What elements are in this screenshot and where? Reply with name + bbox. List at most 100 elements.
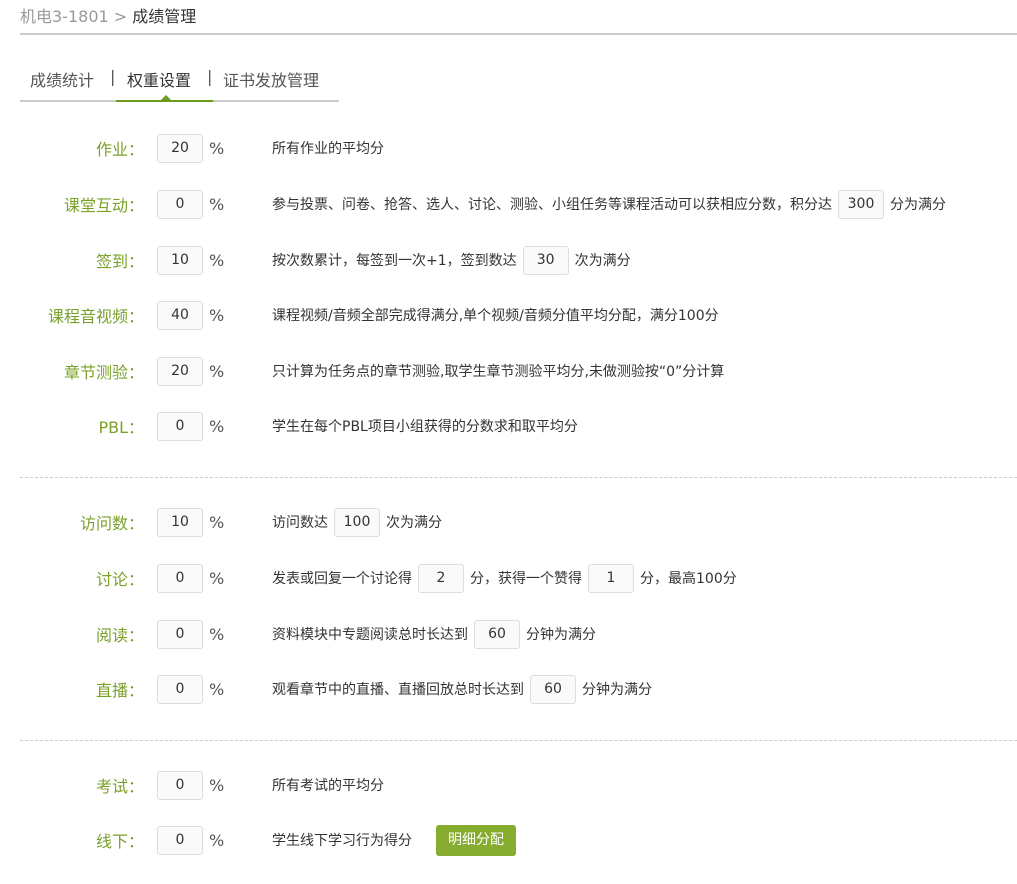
description-text: 课程视频/音频全部完成得满分,单个视频/音频分值平均分配，满分100分: [272, 308, 719, 324]
percent-sign: %: [209, 624, 225, 644]
divider: [20, 33, 1017, 35]
weight-description: 学生在每个PBL项目小组获得的分数求和取平均分: [272, 416, 578, 436]
weight-label: 访问数：: [79, 514, 144, 533]
percent-sign: %: [209, 679, 225, 699]
active-tab-indicator: [116, 100, 213, 102]
description-text: 访问数达: [272, 515, 328, 531]
weight-input[interactable]: [157, 133, 203, 163]
threshold-input[interactable]: [838, 189, 884, 219]
weight-input[interactable]: [157, 507, 203, 537]
tab-separator: |: [110, 67, 116, 86]
weight-input[interactable]: [157, 770, 203, 800]
breadcrumb-current: 成绩管理: [132, 7, 197, 26]
weight-input[interactable]: [157, 619, 203, 649]
weight-description: 观看章节中的直播、直播回放总时长达到 分钟为满分: [272, 674, 652, 704]
weight-description: 资料模块中专题阅读总时长达到 分钟为满分: [272, 619, 596, 649]
weight-label: 考试：: [95, 777, 144, 796]
percent-sign: %: [209, 568, 225, 588]
tab-grade-stats[interactable]: 成绩统计: [30, 67, 94, 91]
weight-input[interactable]: [157, 356, 203, 386]
weight-description: 所有考试的平均分: [272, 775, 384, 795]
threshold-input[interactable]: [474, 619, 520, 649]
weight-input[interactable]: [157, 411, 203, 441]
description-text: 学生线下学习行为得分: [272, 833, 412, 849]
threshold-input[interactable]: [530, 674, 576, 704]
description-text: 所有考试的平均分: [272, 778, 384, 794]
percent-sign: %: [209, 830, 225, 850]
section-divider: [20, 477, 1017, 478]
weight-row-classroom-interaction: 课堂互动： % 参与投票、问卷、抢答、选人、讨论、测验、小组任务等课程活动可以获…: [0, 189, 1017, 219]
threshold-input[interactable]: [522, 245, 569, 275]
weight-description: 按次数累计，每签到一次+1，签到数达 次为满分: [272, 245, 631, 275]
description-text: 分钟为满分: [582, 682, 652, 698]
description-text: 观看章节中的直播、直播回放总时长达到: [272, 682, 524, 698]
weight-description: 所有作业的平均分: [272, 138, 384, 158]
description-text: 发表或回复一个讨论得: [272, 571, 412, 587]
description-text: 学生在每个PBL项目小组获得的分数求和取平均分: [272, 419, 578, 435]
description-text: 所有作业的平均分: [272, 141, 384, 157]
weight-input[interactable]: [157, 300, 203, 330]
percent-sign: %: [209, 250, 225, 270]
description-text: 分，最高100分: [640, 571, 737, 587]
weight-label: 章节测验：: [63, 363, 144, 382]
weight-input[interactable]: [157, 245, 203, 275]
weight-input[interactable]: [157, 674, 203, 704]
weight-description: 课程视频/音频全部完成得满分,单个视频/音频分值平均分配，满分100分: [272, 305, 719, 325]
weight-description: 访问数达 次为满分: [272, 507, 442, 537]
threshold-input[interactable]: [418, 563, 464, 593]
percent-sign: %: [209, 138, 225, 158]
weight-label: 作业：: [95, 140, 144, 159]
detail-allocation-button[interactable]: 明细分配: [436, 824, 516, 856]
threshold-input[interactable]: [334, 507, 380, 537]
weight-description: 发表或回复一个讨论得 分，获得一个赞得 分，最高100分: [272, 563, 737, 593]
description-text: 只计算为任务点的章节测验,取学生章节测验平均分,未做测验按“0”分计算: [272, 364, 725, 380]
weight-description: 学生线下学习行为得分 明细分配: [272, 824, 516, 856]
weight-row-offline: 线下： % 学生线下学习行为得分 明细分配: [0, 824, 1017, 856]
weight-input[interactable]: [157, 189, 203, 219]
tab-separator: |: [207, 67, 213, 86]
weight-row-course-media: 课程音视频： % 课程视频/音频全部完成得满分,单个视频/音频分值平均分配，满分…: [0, 300, 1017, 330]
description-text: 分，获得一个赞得: [470, 571, 582, 587]
description-text: 次为满分: [574, 253, 631, 269]
description-text: 分钟为满分: [526, 627, 596, 643]
weight-label: 阅读：: [95, 626, 144, 645]
description-text: 分为满分: [890, 197, 946, 213]
weight-label: 课堂互动：: [63, 196, 144, 215]
tab-certificate-management[interactable]: 证书发放管理: [223, 67, 319, 91]
weight-row-discussion: 讨论： % 发表或回复一个讨论得 分，获得一个赞得 分，最高100分: [0, 563, 1017, 593]
description-text: 按次数累计，每签到一次+1，签到数达: [272, 253, 517, 269]
description-text: 资料模块中专题阅读总时长达到: [272, 627, 468, 643]
weight-label: 签到：: [95, 252, 144, 271]
section-divider: [20, 740, 1017, 741]
description-text: 次为满分: [386, 515, 442, 531]
active-tab-arrow: [161, 95, 171, 100]
breadcrumb-course[interactable]: 机电3-1801: [20, 7, 109, 26]
breadcrumb: 机电3-1801 > 成绩管理: [20, 3, 196, 27]
weight-row-exam: 考试： % 所有考试的平均分: [0, 770, 1017, 800]
weight-description: 只计算为任务点的章节测验,取学生章节测验平均分,未做测验按“0”分计算: [272, 361, 724, 381]
percent-sign: %: [209, 775, 225, 795]
weight-label: 讨论：: [95, 570, 144, 589]
weight-label: 课程音视频：: [47, 307, 144, 326]
description-text: 参与投票、问卷、抢答、选人、讨论、测验、小组任务等课程活动可以获相应分数，积分达: [272, 197, 832, 213]
weight-description: 参与投票、问卷、抢答、选人、讨论、测验、小组任务等课程活动可以获相应分数，积分达…: [272, 189, 946, 219]
tab-bar: 成绩统计 | 权重设置 | 证书发放管理: [20, 64, 339, 102]
threshold-input[interactable]: [588, 563, 634, 593]
percent-sign: %: [209, 416, 225, 436]
breadcrumb-separator: >: [113, 7, 128, 26]
weight-label: 线下：: [95, 832, 144, 851]
percent-sign: %: [209, 194, 225, 214]
weight-row-visits: 访问数： % 访问数达 次为满分: [0, 507, 1017, 537]
weight-input[interactable]: [157, 563, 203, 593]
weight-input[interactable]: [157, 825, 203, 855]
weight-row-sign-in: 签到： % 按次数累计，每签到一次+1，签到数达 次为满分: [0, 245, 1017, 275]
weight-row-chapter-quiz: 章节测验： % 只计算为任务点的章节测验,取学生章节测验平均分,未做测验按“0”…: [0, 356, 1017, 386]
weight-row-live: 直播： % 观看章节中的直播、直播回放总时长达到 分钟为满分: [0, 674, 1017, 704]
weight-label: 直播：: [95, 681, 144, 700]
weight-row-homework: 作业： % 所有作业的平均分: [0, 133, 1017, 163]
percent-sign: %: [209, 361, 225, 381]
weight-label: PBL：: [98, 418, 144, 437]
weight-row-pbl: PBL： % 学生在每个PBL项目小组获得的分数求和取平均分: [0, 411, 1017, 441]
weight-row-reading: 阅读： % 资料模块中专题阅读总时长达到 分钟为满分: [0, 619, 1017, 649]
tab-weight-settings[interactable]: 权重设置: [127, 67, 191, 91]
